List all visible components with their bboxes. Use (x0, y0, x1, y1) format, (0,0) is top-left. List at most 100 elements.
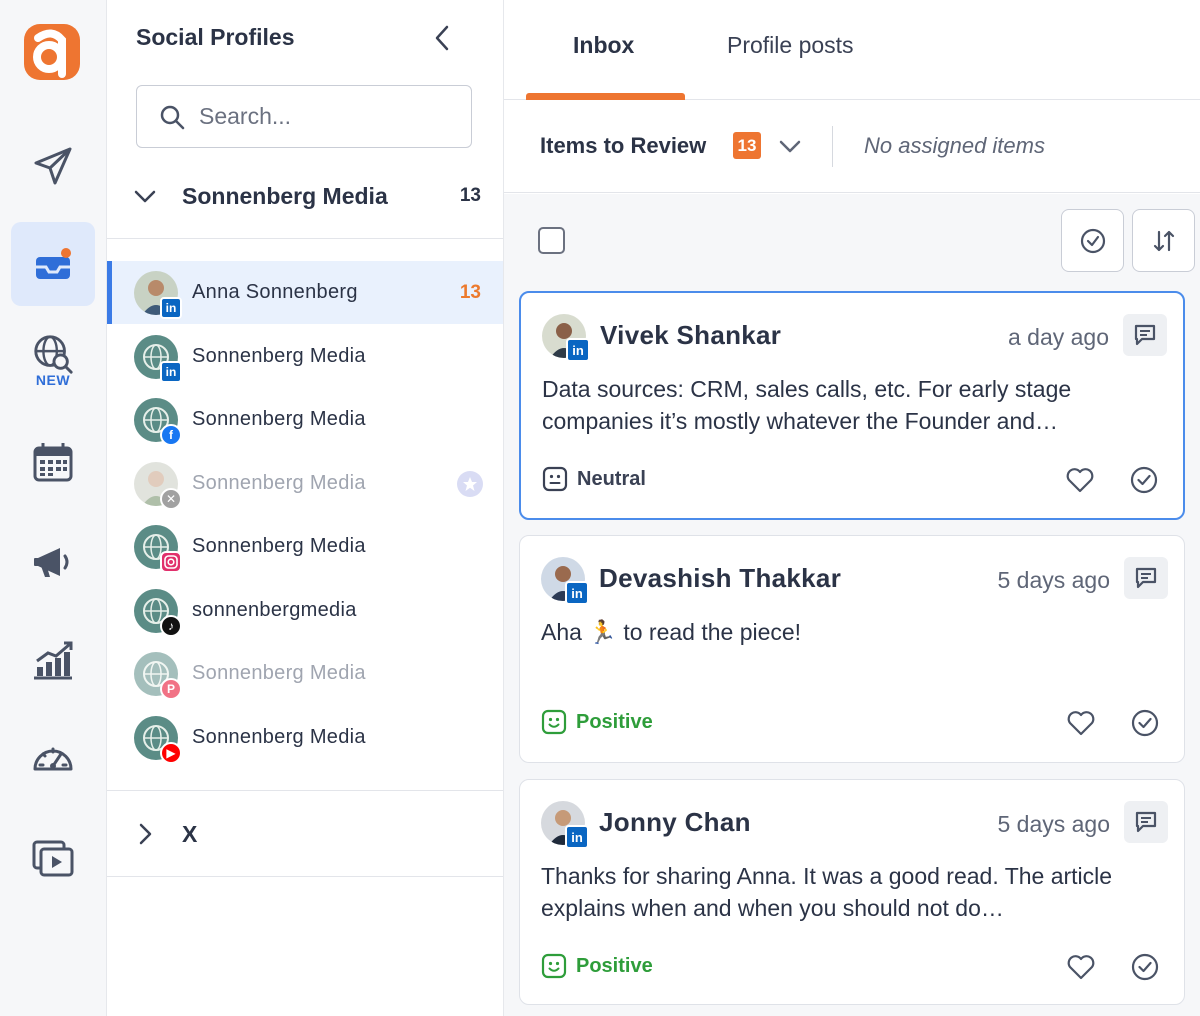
calendar-icon (33, 443, 73, 482)
avatar: in (541, 801, 589, 849)
reply-button[interactable] (1123, 314, 1167, 356)
nav-rail: NEW (0, 0, 107, 1016)
paper-plane-icon (34, 147, 72, 185)
panel-title: Social Profiles (136, 24, 295, 50)
tab-bar: Inbox Profile posts (504, 0, 1200, 100)
avatar (134, 524, 182, 573)
profile-item-sonnenberg-linkedin[interactable]: in Sonnenberg Media (107, 325, 503, 388)
rail-campaigns[interactable] (11, 520, 95, 604)
collapse-panel-button[interactable] (427, 22, 457, 54)
linkedin-icon: in (566, 338, 590, 362)
timestamp: a day ago (1007, 324, 1109, 350)
instagram-icon (160, 550, 182, 573)
tab-profile-posts[interactable]: Profile posts (727, 32, 854, 59)
sentiment-label: Positive (576, 954, 653, 977)
timestamp: 5 days ago (997, 567, 1110, 593)
search-icon (160, 105, 185, 129)
sentiment-label: Neutral (577, 467, 646, 490)
profile-name: Anna Sonnenberg (192, 281, 358, 303)
mark-all-done-button[interactable] (1061, 209, 1124, 272)
check-circle-icon[interactable] (1130, 708, 1160, 738)
avatar: f (134, 397, 182, 446)
search-box[interactable] (136, 85, 472, 148)
group-count: 13 (459, 185, 481, 206)
rail-performance[interactable] (11, 716, 95, 800)
tab-inbox[interactable]: Inbox (573, 32, 634, 59)
sort-arrows-icon (1153, 230, 1174, 251)
author-name[interactable]: Devashish Thakkar (599, 563, 841, 594)
inbox-main: Inbox Profile posts Items to Review 13 N… (504, 0, 1200, 1016)
check-circle-icon[interactable] (1129, 465, 1159, 495)
heart-icon[interactable] (1066, 952, 1096, 982)
group-name: Sonnenberg Media (182, 182, 388, 209)
assigned-items-status: No assigned items (864, 133, 1045, 158)
profile-item-sonnenberg-tiktok[interactable]: ♪ sonnenbergmedia (107, 579, 503, 642)
group-header-x[interactable]: X (107, 808, 503, 860)
linkedin-icon: in (160, 296, 182, 319)
profile-name: Sonnenberg Media (192, 408, 366, 430)
profile-name: Sonnenberg Media (192, 662, 366, 684)
tiktok-icon: ♪ (160, 614, 182, 637)
chevron-down-icon[interactable] (777, 133, 803, 159)
profile-item-sonnenberg-x[interactable]: ✕ Sonnenberg Media (107, 452, 503, 515)
linkedin-icon: in (565, 825, 589, 849)
rail-calendar[interactable] (11, 420, 95, 504)
linkedin-icon: in (565, 581, 589, 605)
heart-icon[interactable] (1065, 465, 1095, 495)
divider (107, 238, 503, 239)
rail-analytics[interactable] (11, 618, 95, 702)
rail-listening[interactable]: NEW (11, 318, 95, 402)
profile-count: 13 (459, 281, 481, 303)
profile-item-sonnenberg-instagram[interactable]: Sonnenberg Media (107, 515, 503, 578)
author-name[interactable]: Jonny Chan (599, 807, 751, 838)
inbox-item-card[interactable]: in Jonny Chan 5 days ago Thanks for shar… (519, 779, 1185, 1005)
reply-button[interactable] (1124, 801, 1168, 843)
comment-icon (1135, 811, 1157, 833)
comment-icon (1134, 324, 1156, 346)
new-badge: NEW (35, 372, 71, 388)
social-profiles-panel: Social Profiles Sonnenberg Media 13 in A… (107, 0, 504, 1016)
pinterest-icon: P (160, 677, 182, 700)
heart-icon[interactable] (1066, 708, 1096, 738)
check-circle-icon (1080, 228, 1105, 253)
rail-media-library[interactable] (11, 816, 95, 900)
review-filter-dropdown[interactable]: Items to Review (540, 133, 706, 159)
profile-item-sonnenberg-facebook[interactable]: f Sonnenberg Media (107, 388, 503, 451)
rail-publish[interactable] (11, 124, 95, 208)
items-list: in Vivek Shankar a day ago Data sources:… (504, 194, 1200, 1016)
avatar: ▶ (134, 715, 182, 764)
chevron-right-icon (139, 823, 152, 845)
profile-item-anna-linkedin[interactable]: in Anna Sonnenberg 13 (107, 261, 503, 324)
select-all-checkbox[interactable] (538, 227, 565, 254)
divider (107, 876, 503, 877)
favorite-star-icon[interactable] (457, 470, 483, 497)
avatar: ♪ (134, 588, 182, 637)
item-body: Aha 🏃 to read the piece! (541, 619, 802, 645)
profile-item-sonnenberg-pinterest[interactable]: P Sonnenberg Media (107, 642, 503, 705)
video-library-icon (32, 840, 74, 877)
sort-button[interactable] (1132, 209, 1195, 272)
author-name[interactable]: Vivek Shankar (600, 320, 781, 351)
filter-bar: Items to Review 13 No assigned items (504, 100, 1200, 193)
avatar: in (134, 270, 182, 319)
brand-logo[interactable] (24, 24, 80, 80)
profile-item-sonnenberg-youtube[interactable]: ▶ Sonnenberg Media (107, 706, 503, 769)
rail-inbox[interactable] (11, 222, 95, 306)
reply-button[interactable] (1124, 557, 1168, 599)
avatar: P (134, 651, 182, 700)
review-count-badge: 13 (733, 132, 761, 159)
item-body: Data sources: CRM, sales calls, etc. For… (542, 376, 1072, 434)
sentiment-tag: Neutral (542, 466, 646, 492)
inbox-item-card[interactable]: in Devashish Thakkar 5 days ago Aha 🏃 to… (519, 535, 1185, 763)
group-name: X (182, 820, 198, 847)
check-circle-icon[interactable] (1130, 952, 1160, 982)
search-input[interactable] (199, 103, 449, 130)
comment-icon (1135, 567, 1157, 589)
avatar: in (542, 314, 590, 362)
inbox-item-card[interactable]: in Vivek Shankar a day ago Data sources:… (519, 291, 1185, 520)
group-header-sonnenberg[interactable]: Sonnenberg Media 13 (107, 170, 503, 222)
happy-face-icon (541, 709, 567, 735)
happy-face-icon (541, 953, 567, 979)
speedometer-icon (33, 747, 73, 771)
profile-name: Sonnenberg Media (192, 726, 366, 748)
